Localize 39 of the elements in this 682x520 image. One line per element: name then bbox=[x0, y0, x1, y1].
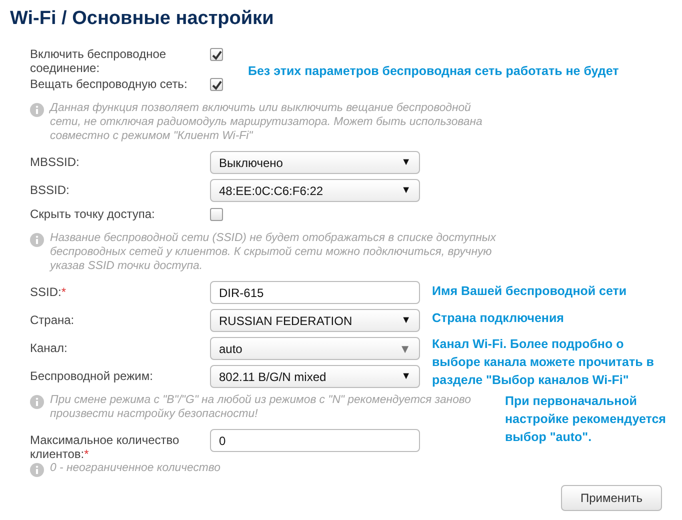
dropdown[interactable]: RUSSIAN FEDERATION ▼ bbox=[210, 309, 420, 332]
checkbox[interactable] bbox=[210, 48, 223, 61]
annotation-text: Без этих параметров беспроводная сеть работать не будет bbox=[248, 63, 620, 80]
annotation-text: Имя Вашей беспроводной сети bbox=[432, 283, 628, 300]
caret-icon: ▼ bbox=[401, 157, 411, 168]
field-label: Беспроводной режим: bbox=[30, 369, 153, 383]
annotation-text: Страна подключения bbox=[432, 310, 565, 327]
annotation-text: Канал Wi-Fi. Более подробно о выборе канала можете прочитать в разделе "Выбор каналов Wi-Fi" bbox=[432, 336, 655, 389]
hint-text: Название беспроводной сети (SSID) не будет отображаться в списке доступных беспроводных сетей у клиентов. К скрытой сети можно подключиться, вручную указав SSID точки доступа. bbox=[50, 231, 496, 273]
apply-button[interactable]: Применить bbox=[561, 485, 662, 511]
field-label: Канал: bbox=[30, 341, 68, 355]
dropdown[interactable]: Выключено ▼ bbox=[210, 151, 420, 174]
field-label: Максимальное количество клиентов:* bbox=[30, 433, 180, 461]
page-title: Wi-Fi / Основные настройки bbox=[10, 8, 274, 30]
field-label: Вещать беспроводную сеть: bbox=[30, 77, 188, 91]
caret-icon: ▼ bbox=[401, 185, 411, 196]
field-label: SSID:* bbox=[30, 285, 66, 299]
caret-icon: ▼ bbox=[401, 371, 411, 382]
info-icon bbox=[30, 463, 44, 477]
field-label: MBSSID: bbox=[30, 155, 80, 169]
hint-text: Данная функция позволяет включить или выключить вещание беспроводной сети, не отключая радиомодуль маршрутизатора. Может быть использована совместно с режимом "Клиент Wi-Fi" bbox=[50, 101, 484, 143]
hint-text: При смене режима с "B"/"G" на любой из режимов с "N" рекомендуется заново произвести настройку безопасности! bbox=[50, 393, 472, 421]
info-icon bbox=[30, 395, 44, 409]
info-icon bbox=[30, 233, 44, 247]
hint-text: 0 - неограниченное количество bbox=[50, 461, 220, 475]
checkbox[interactable] bbox=[210, 208, 223, 221]
annotation-text: При первоначальной настройке рекомендуется выбор "auto". bbox=[505, 393, 667, 446]
checkbox[interactable] bbox=[210, 78, 223, 91]
input-field[interactable]: DIR-615 bbox=[210, 281, 420, 304]
caret-icon: ▼ bbox=[399, 342, 411, 356]
dropdown[interactable]: 48:EE:0C:C6:F6:22 ▼ bbox=[210, 179, 420, 202]
field-label: Страна: bbox=[30, 313, 74, 327]
field-label: Включить беспроводное соединение: bbox=[30, 47, 166, 75]
dropdown[interactable]: 802.11 B/G/N mixed ▼ bbox=[210, 365, 420, 388]
field-label: BSSID: bbox=[30, 183, 70, 197]
field-label: Скрыть точку доступа: bbox=[30, 207, 155, 221]
caret-icon: ▼ bbox=[401, 315, 411, 326]
info-icon bbox=[30, 103, 44, 117]
input-field[interactable]: 0 bbox=[210, 429, 420, 452]
